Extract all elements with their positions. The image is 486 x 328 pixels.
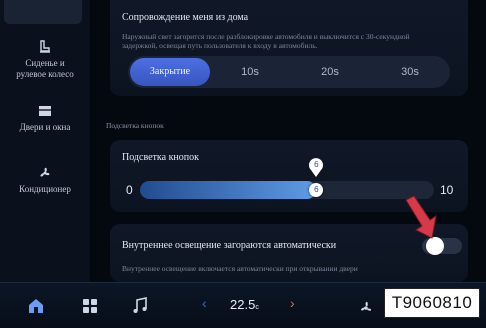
option-close[interactable]: Закрытие bbox=[130, 58, 210, 86]
figure-code-label: T9060810 bbox=[384, 288, 480, 318]
section-label: Подсветка кнопок bbox=[106, 121, 164, 130]
sidebar-item-doors-windows[interactable]: Двери и окна bbox=[0, 104, 90, 133]
option-30s[interactable]: 30s bbox=[370, 58, 450, 86]
sidebar-item-label: Кондиционер bbox=[19, 184, 71, 194]
apps-grid-icon[interactable] bbox=[80, 296, 100, 316]
button-backlight-title: Подсветка кнопок bbox=[122, 152, 199, 163]
interior-lighting-title: Внутреннее освещение загораются автомати… bbox=[122, 240, 337, 251]
home-icon[interactable] bbox=[26, 296, 46, 316]
temperature-value: 22.5 bbox=[230, 297, 256, 312]
temperature-display: 22.5c bbox=[230, 297, 259, 312]
follow-me-home-card: Сопровождение меня из дома Наружный свет… bbox=[110, 0, 468, 96]
seat-steering-icon bbox=[40, 40, 50, 53]
thumb-value: 6 bbox=[314, 185, 319, 194]
option-20s[interactable]: 20s bbox=[290, 58, 370, 86]
follow-me-home-description: Наружный свет загорится после разблокиро… bbox=[122, 32, 410, 41]
temp-increase-button[interactable]: › bbox=[290, 295, 295, 311]
brightness-slider-track[interactable] bbox=[140, 181, 434, 199]
sidebar-item-label: рулевое колесо bbox=[16, 69, 74, 79]
fan-icon bbox=[40, 167, 50, 177]
brightness-slider-thumb[interactable]: 6 bbox=[309, 183, 324, 197]
sidebar: Сиденье и рулевое колесо Двери и окна Ко… bbox=[0, 0, 90, 282]
door-icon bbox=[39, 106, 51, 116]
music-icon[interactable] bbox=[130, 296, 150, 316]
temp-decrease-button[interactable]: ‹ bbox=[202, 295, 207, 311]
sidebar-item-climate[interactable]: Кондиционер bbox=[0, 166, 90, 195]
delay-selector: Закрытие 10s 20s 30s bbox=[128, 56, 450, 88]
follow-me-home-description: задержкой, освещая путь пользователя к в… bbox=[122, 41, 318, 50]
sidebar-item-label: Сиденье и bbox=[25, 58, 65, 68]
interior-lighting-description: Внутреннее освещение включается автомати… bbox=[122, 264, 358, 273]
slider-min-label: 0 bbox=[126, 183, 133, 197]
brightness-slider-fill bbox=[140, 181, 317, 199]
option-10s[interactable]: 10s bbox=[210, 58, 290, 86]
annotation-arrow-icon bbox=[405, 196, 437, 239]
fan-icon[interactable] bbox=[356, 296, 376, 316]
value-bubble: 6 bbox=[308, 158, 324, 178]
follow-me-home-title: Сопровождение меня из дома bbox=[122, 12, 249, 23]
slider-max-label: 10 bbox=[440, 183, 454, 197]
sidebar-item-top[interactable] bbox=[4, 0, 82, 24]
sidebar-item-label: Двери и окна bbox=[19, 122, 71, 132]
temperature-unit: c bbox=[255, 304, 259, 311]
bubble-value: 6 bbox=[314, 160, 319, 169]
sidebar-item-seat-steering[interactable]: Сиденье и рулевое колесо bbox=[0, 40, 90, 80]
